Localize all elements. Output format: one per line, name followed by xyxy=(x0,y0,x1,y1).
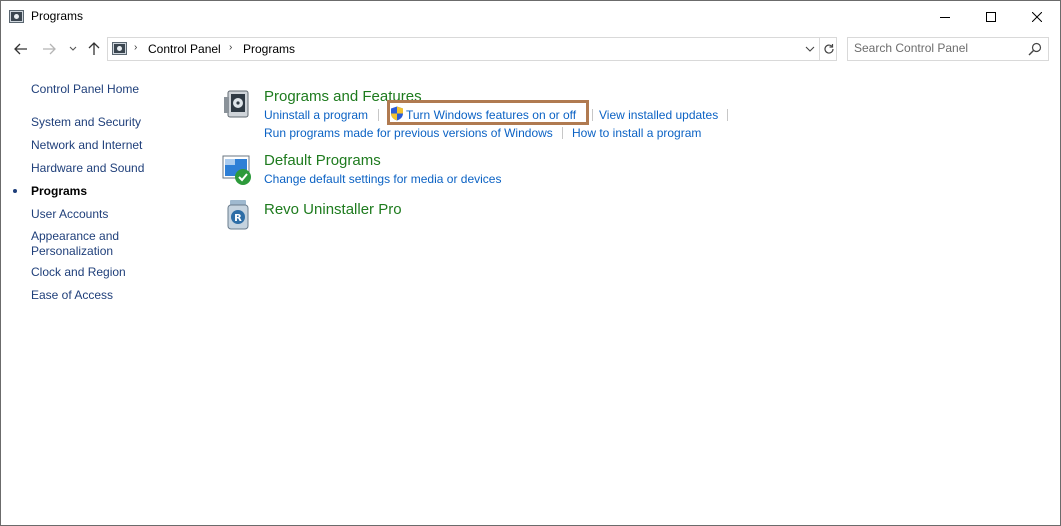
how-to-install-program-link[interactable]: How to install a program xyxy=(572,126,701,140)
sidebar-item-ease-of-access[interactable]: Ease of Access xyxy=(31,288,113,302)
sidebar-item-user-accounts[interactable]: User Accounts xyxy=(31,207,108,221)
address-dropdown-button[interactable] xyxy=(803,38,817,60)
link-separator xyxy=(592,109,593,121)
breadcrumb-separator-icon[interactable]: › xyxy=(134,42,137,53)
address-bar[interactable]: › Control Panel › Programs xyxy=(107,37,837,61)
arrow-right-icon xyxy=(43,43,56,55)
sidebar-item-clock-and-region[interactable]: Clock and Region xyxy=(31,265,126,279)
run-older-programs-link[interactable]: Run programs made for previous versions … xyxy=(264,126,553,140)
arrow-left-icon xyxy=(14,43,27,55)
uac-shield-icon xyxy=(391,106,403,121)
link-separator xyxy=(378,109,379,121)
search-input[interactable] xyxy=(854,40,1022,56)
default-programs-icon[interactable] xyxy=(222,154,254,188)
refresh-button[interactable] xyxy=(819,38,837,60)
control-panel-icon xyxy=(9,10,24,23)
window-title: Programs xyxy=(31,9,84,23)
search-box[interactable] xyxy=(847,37,1049,61)
back-button[interactable] xyxy=(11,38,31,60)
chevron-down-icon xyxy=(69,46,77,51)
active-item-bullet xyxy=(13,189,17,193)
maximize-icon xyxy=(986,11,996,22)
sidebar-item-system-and-security[interactable]: System and Security xyxy=(31,115,141,129)
close-button[interactable] xyxy=(1014,1,1060,32)
turn-windows-features-link[interactable]: Turn Windows features on or off xyxy=(406,108,576,122)
control-panel-icon xyxy=(112,42,127,55)
minimize-icon xyxy=(940,16,950,18)
breadcrumb-separator-icon[interactable]: › xyxy=(229,42,232,53)
minimize-button[interactable] xyxy=(922,1,968,32)
sidebar-item-hardware-and-sound[interactable]: Hardware and Sound xyxy=(31,161,144,175)
sidebar-item-programs[interactable]: Programs xyxy=(31,184,87,198)
sidebar-item-appearance-and-personalization[interactable]: Appearance and Personalization xyxy=(31,229,141,259)
link-separator xyxy=(562,127,563,139)
revo-uninstaller-title[interactable]: Revo Uninstaller Pro xyxy=(264,201,402,218)
forward-button[interactable] xyxy=(39,38,59,60)
recent-locations-button[interactable] xyxy=(67,38,79,60)
default-programs-title[interactable]: Default Programs xyxy=(264,152,381,169)
navigation-bar: › Control Panel › Programs xyxy=(1,35,1060,63)
refresh-icon xyxy=(823,44,834,54)
title-bar: Programs xyxy=(1,1,1060,32)
arrow-up-icon xyxy=(88,42,100,55)
breadcrumb-programs[interactable]: Programs xyxy=(243,42,295,56)
search-icon[interactable] xyxy=(1028,42,1042,56)
maximize-button[interactable] xyxy=(968,1,1014,32)
revo-uninstaller-icon[interactable]: R xyxy=(222,197,254,231)
view-installed-updates-link[interactable]: View installed updates xyxy=(599,108,718,122)
sidebar-item-network-and-internet[interactable]: Network and Internet xyxy=(31,138,142,152)
link-separator xyxy=(727,109,728,121)
close-icon xyxy=(1032,11,1042,22)
svg-text:R: R xyxy=(234,213,242,224)
change-default-settings-link[interactable]: Change default settings for media or dev… xyxy=(264,172,501,186)
uninstall-program-link[interactable]: Uninstall a program xyxy=(264,108,368,122)
programs-features-icon[interactable] xyxy=(222,87,254,121)
control-panel-window: Programs › Control Panel › Programs Sear… xyxy=(0,0,1061,526)
chevron-down-icon xyxy=(805,46,815,52)
sidebar-item-control-panel-home[interactable]: Control Panel Home xyxy=(31,82,139,96)
breadcrumb-control-panel[interactable]: Control Panel xyxy=(148,42,221,56)
up-button[interactable] xyxy=(85,38,103,60)
